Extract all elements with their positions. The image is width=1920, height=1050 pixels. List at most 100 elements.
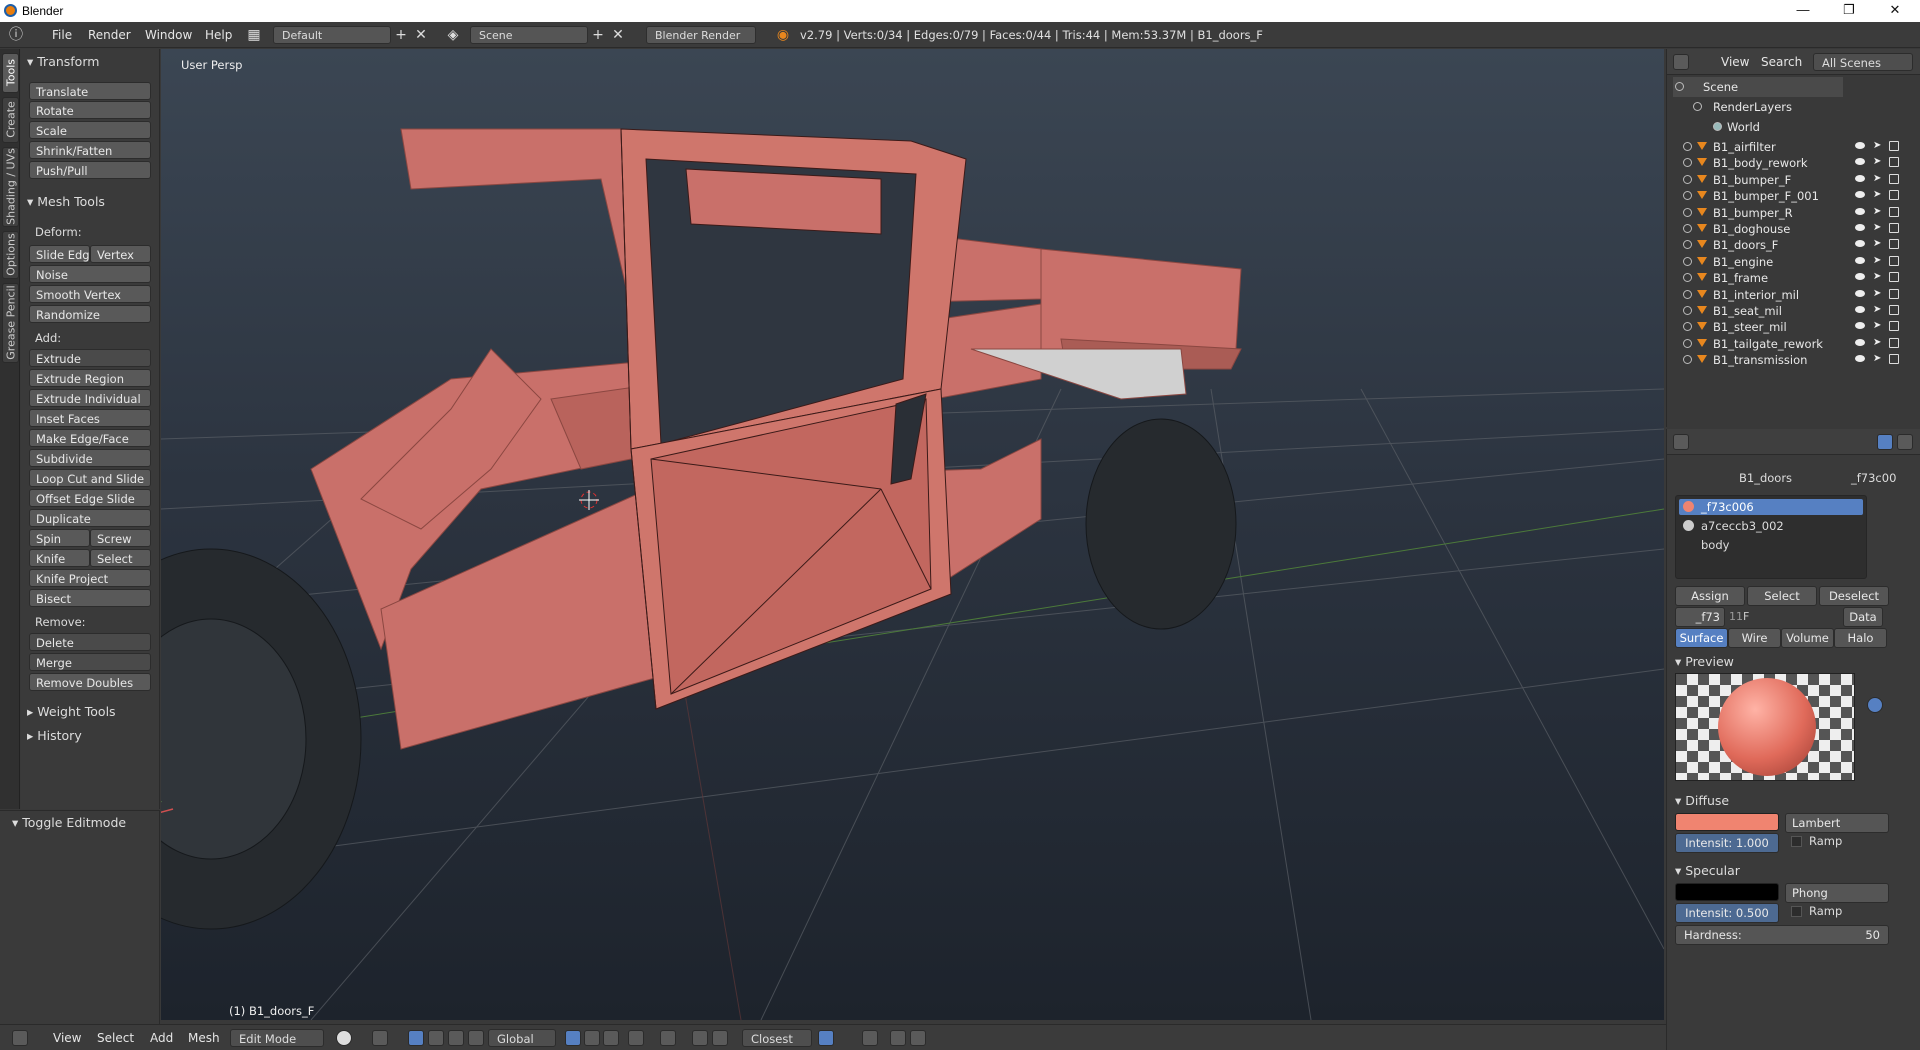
expand-icon[interactable] [1675,82,1684,91]
diffuse-color-swatch[interactable] [1675,813,1779,831]
animation-render-icon[interactable] [910,1030,926,1046]
material-tab-icon[interactable] [1877,434,1893,450]
material-slot[interactable]: body [1701,538,1729,552]
visibility-eye-icon[interactable] [1855,338,1865,346]
visibility-eye-icon[interactable] [1855,355,1865,363]
menu-add[interactable]: Add [150,1031,173,1045]
extrude-dropdown[interactable]: Extrude [29,349,151,367]
specular-header[interactable]: ▾ Specular [1675,863,1740,878]
properties-editor-icon[interactable] [1673,434,1689,450]
rotate-button[interactable]: Rotate [29,101,151,119]
offset-edge-slide-button[interactable]: Offset Edge Slide [29,489,151,507]
selectability-cursor-icon[interactable]: ➤ [1873,304,1881,316]
proportional-edit-icon[interactable] [660,1030,676,1046]
panel-weight-tools-header[interactable]: ▸ Weight Tools [27,704,116,719]
menu-file[interactable]: File [52,28,72,42]
make-edge-face-button[interactable]: Make Edge/Face [29,429,151,447]
menu-mesh[interactable]: Mesh [188,1031,220,1045]
render-camera-icon[interactable] [1889,190,1899,201]
loop-cut-button[interactable]: Loop Cut and Slide [29,469,151,487]
render-camera-icon[interactable] [1889,255,1899,266]
visibility-eye-icon[interactable] [1855,256,1865,264]
render-camera-icon[interactable] [1889,223,1899,233]
diffuse-ramp-checkbox[interactable] [1791,836,1802,847]
selectability-cursor-icon[interactable]: ➤ [1873,173,1881,185]
selectability-cursor-icon[interactable]: ➤ [1873,255,1881,267]
visibility-eye-icon[interactable] [1855,174,1865,182]
expand-icon[interactable] [1683,355,1692,365]
mode-dropdown[interactable]: Edit Mode [230,1029,324,1047]
render-camera-icon[interactable] [1889,206,1899,217]
delete-dropdown[interactable]: Delete [29,633,151,651]
pivot-point-icon[interactable] [372,1030,388,1046]
vertex-select-icon[interactable] [565,1030,581,1046]
panel-mesh-tools-header[interactable]: ▾ Mesh Tools [27,194,105,209]
subdivide-button[interactable]: Subdivide [29,449,151,467]
push-pull-button[interactable]: Push/Pull [29,161,151,179]
menu-help[interactable]: Help [205,28,232,42]
tab-shading-uvs[interactable]: Shading / UVs [2,147,19,227]
render-camera-icon[interactable] [1889,288,1899,299]
outliner-display-dropdown[interactable]: All Scenes [1813,53,1913,71]
knife-select-button[interactable]: Select [90,549,151,567]
scene-icon[interactable]: ◈ [445,27,461,43]
deselect-button[interactable]: Deselect [1819,586,1889,606]
expand-icon[interactable] [1683,142,1692,151]
expand-icon[interactable] [1683,338,1692,348]
visibility-eye-icon[interactable] [1855,273,1865,281]
diffuse-header[interactable]: ▾ Diffuse [1675,793,1729,808]
slide-edge-button[interactable]: Slide Edge [29,245,97,263]
material-slot[interactable]: a7ceccb3_002 [1679,518,1863,534]
smooth-vertex-button[interactable]: Smooth Vertex [29,285,151,303]
specular-intensity-field[interactable]: Intensit: 0.500 [1675,903,1779,923]
expand-icon[interactable] [1693,102,1702,111]
extrude-individual-button[interactable]: Extrude Individual [29,389,151,407]
outliner-tab-view[interactable]: View [1721,55,1749,69]
screen-layout-icon[interactable]: ▦ [246,27,262,43]
hardness-field[interactable]: Hardness: 50 [1675,925,1889,945]
outliner-editor-icon[interactable] [1673,54,1689,70]
scale-manipulator-icon[interactable] [468,1030,484,1046]
expand-icon[interactable] [1683,289,1692,299]
outliner-object-row[interactable]: B1_transmission ➤ [1667,350,1920,370]
render-camera-icon[interactable] [1889,305,1899,315]
knife-button[interactable]: Knife [29,549,90,567]
expand-icon[interactable] [1683,158,1692,168]
camera-render-icon[interactable] [890,1030,906,1046]
specular-shader-dropdown[interactable]: Phong [1785,883,1889,903]
menu-window[interactable]: Window [145,28,192,42]
tab-create[interactable]: Create [2,97,19,143]
specular-color-swatch[interactable] [1675,883,1779,901]
limit-selection-icon[interactable] [628,1030,644,1046]
expand-icon[interactable] [1683,224,1692,233]
add-scene-icon[interactable]: + [590,27,606,43]
render-engine-dropdown[interactable]: Blender Render [646,26,756,44]
visibility-eye-icon[interactable] [1855,142,1865,149]
snap-element-icon[interactable] [712,1030,728,1046]
expand-icon[interactable] [1683,256,1692,266]
diffuse-shader-dropdown[interactable]: Lambert [1785,813,1889,833]
screw-button[interactable]: Screw [90,529,151,547]
selectability-cursor-icon[interactable]: ➤ [1873,156,1881,168]
editor-type-icon[interactable] [12,1030,28,1046]
render-preview-icon[interactable] [862,1030,878,1046]
close-button[interactable]: ✕ [1872,0,1918,22]
selectability-cursor-icon[interactable]: ➤ [1873,288,1881,300]
render-camera-icon[interactable] [1889,239,1899,250]
expand-icon[interactable] [1683,174,1692,184]
info-editor-icon[interactable]: ⓘ [8,27,24,43]
remove-layout-icon[interactable]: ✕ [413,27,429,43]
translate-manipulator-icon[interactable] [428,1030,444,1046]
edge-select-icon[interactable] [584,1030,600,1046]
expand-icon[interactable] [1683,240,1692,250]
translate-button[interactable]: Translate [29,82,151,100]
render-camera-icon[interactable] [1889,354,1899,365]
tab-options[interactable]: Options [2,231,19,279]
selectability-cursor-icon[interactable]: ➤ [1873,353,1881,365]
render-camera-icon[interactable] [1889,337,1899,348]
tab-wire[interactable]: Wire [1728,628,1781,648]
snap-toggle-icon[interactable] [692,1030,708,1046]
expand-icon[interactable] [1683,191,1692,201]
layout-field[interactable]: Default [273,26,391,44]
render-camera-icon[interactable] [1889,321,1899,332]
